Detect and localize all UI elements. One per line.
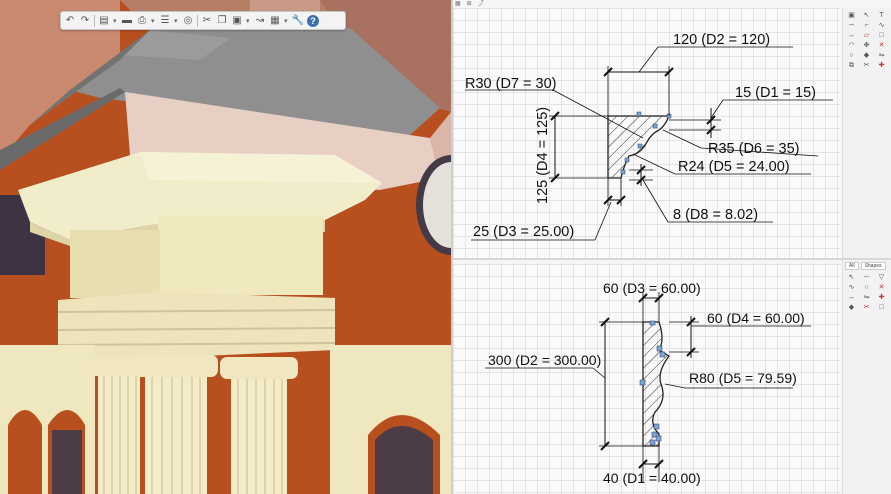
- left-arch-window: [52, 430, 82, 494]
- app-window: ↶ ↷ ▤ ▾ ▬ ⎙ ▾ ☰ ▾ ◎ ✂ ❐ ▣ ▾ ↝ ▦ ▾ 🔧 ? ▦ …: [0, 0, 891, 494]
- tool-palette-bottom: All Shapes ↖ ─ ▽ ∿ ○ ✕ ↔ ⇋ ✚ ◆ ✂ □: [842, 260, 891, 494]
- curve-icon[interactable]: ∿: [847, 284, 856, 292]
- rect-icon[interactable]: □: [877, 32, 886, 40]
- dim-d5[interactable]: R24 (D5 = 24.00): [678, 159, 790, 175]
- dim-b-d4[interactable]: 60 (D4 = 60.00): [707, 310, 805, 326]
- dim-d8[interactable]: 8 (D8 = 8.02): [673, 207, 758, 223]
- column-block: [158, 215, 323, 295]
- delete-icon[interactable]: ✕: [877, 42, 886, 50]
- node-icon[interactable]: ◆: [862, 52, 871, 60]
- panel-tab[interactable]: ⤴: [478, 1, 484, 8]
- dimension-icon[interactable]: ↔: [847, 294, 856, 302]
- mirror-icon[interactable]: ⇋: [877, 52, 886, 60]
- circle-icon[interactable]: ○: [862, 284, 871, 292]
- mirror-icon[interactable]: ⇋: [862, 294, 871, 302]
- profile-editor-bottom: 60 (D3 = 60.00) 60 (D4 = 60.00) 300 (D2: [453, 260, 891, 494]
- dimension-icon[interactable]: ↔: [847, 32, 856, 40]
- undo-icon[interactable]: ↶: [64, 14, 76, 27]
- paste-special-icon[interactable]: ▦: [269, 14, 281, 27]
- link-icon[interactable]: ↝: [254, 14, 266, 27]
- toolbar-divider: [94, 14, 95, 27]
- layers-icon[interactable]: ☰: [159, 14, 171, 27]
- dim-d3[interactable]: 25 (D3 = 25.00): [473, 224, 574, 240]
- hotspot-icon[interactable]: ✚: [877, 294, 886, 302]
- dim-d1[interactable]: 15 (D1 = 15): [735, 85, 816, 101]
- view-icon[interactable]: ▬: [121, 14, 133, 27]
- tab-all[interactable]: All: [845, 262, 859, 270]
- node-icon[interactable]: ◆: [847, 304, 856, 312]
- column-block-left: [70, 230, 160, 298]
- dim-d6[interactable]: R35 (D6 = 35): [708, 141, 799, 157]
- offset-icon[interactable]: ⧉: [847, 62, 856, 70]
- dim-b-d3[interactable]: 60 (D3 = 60.00): [603, 280, 701, 296]
- view-toolbar: ↶ ↷ ▤ ▾ ▬ ⎙ ▾ ☰ ▾ ◎ ✂ ❐ ▣ ▾ ↝ ▦ ▾ 🔧 ?: [60, 11, 346, 30]
- dim-d2[interactable]: 120 (D2 = 120): [673, 32, 770, 48]
- copy-sheet-icon[interactable]: ❐: [216, 14, 228, 27]
- column-left: [90, 358, 145, 494]
- tool-palette-top: ▣ ↖ T ─ ⌐ ∿ ↔ ▱ □ ◠ ✥ ✕ ○ ◆ ⇋ ⧉ ✂ ✚: [842, 8, 891, 258]
- right-arch-window: [375, 426, 433, 494]
- chevron-down-icon[interactable]: ▾: [151, 17, 156, 25]
- chevron-down-icon[interactable]: ▾: [174, 17, 179, 25]
- render-icon[interactable]: ◎: [182, 14, 194, 27]
- drawing-canvas-top[interactable]: 120 (D2 = 120) R30 (D7 = 30) 15 (D1 = 15…: [453, 8, 841, 258]
- dim-d7[interactable]: R30 (D7 = 30): [465, 76, 556, 92]
- cornice-profile-drawing: 120 (D2 = 120) R30 (D7 = 30) 15 (D1 = 15…: [465, 32, 833, 241]
- select-icon[interactable]: ↖: [847, 274, 856, 282]
- redo-icon[interactable]: ↷: [79, 14, 91, 27]
- arrow-icon[interactable]: ↖: [862, 12, 871, 20]
- circle-icon[interactable]: ○: [847, 52, 856, 60]
- text-icon[interactable]: T: [877, 12, 886, 20]
- chevron-down-icon[interactable]: ▾: [246, 17, 251, 25]
- copy-icon[interactable]: ▤: [98, 14, 110, 27]
- chevron-down-icon[interactable]: ▾: [284, 17, 289, 25]
- line-icon[interactable]: ─: [847, 22, 856, 30]
- dim-b-d2[interactable]: 300 (D2 = 300.00): [488, 352, 601, 368]
- hotspot-icon[interactable]: ✚: [877, 62, 886, 70]
- tab-shapes[interactable]: Shapes: [860, 262, 886, 270]
- chevron-down-icon[interactable]: ▾: [113, 17, 118, 25]
- column-base-profile-drawing: 60 (D3 = 60.00) 60 (D4 = 60.00) 300 (D2: [485, 280, 811, 486]
- panel-tabs: ▦ ⊞ ⤴: [455, 1, 484, 8]
- help-icon[interactable]: ?: [307, 14, 319, 27]
- line-icon[interactable]: ─: [862, 274, 871, 282]
- 3d-scene: [0, 0, 451, 494]
- panel-tab[interactable]: ⊞: [467, 1, 472, 8]
- column-right: [220, 357, 298, 494]
- arc-icon[interactable]: ◠: [847, 42, 856, 50]
- fill-icon[interactable]: ▽: [877, 274, 886, 282]
- curve-icon[interactable]: ∿: [877, 22, 886, 30]
- base-molding: [58, 292, 335, 358]
- rect-icon[interactable]: □: [877, 304, 886, 312]
- dim-d4[interactable]: 125 (D4 = 125): [535, 107, 551, 204]
- select-icon[interactable]: ▣: [847, 12, 856, 20]
- 3d-viewport[interactable]: ↶ ↷ ▤ ▾ ▬ ⎙ ▾ ☰ ▾ ◎ ✂ ❐ ▣ ▾ ↝ ▦ ▾ 🔧 ?: [0, 0, 453, 494]
- column-center: [133, 355, 218, 494]
- fill-icon[interactable]: ▱: [862, 32, 871, 40]
- polyline-icon[interactable]: ⌐: [862, 22, 871, 30]
- wrench-icon[interactable]: 🔧: [292, 14, 304, 27]
- trim-icon[interactable]: ✂: [862, 304, 871, 312]
- trim-icon[interactable]: ✂: [862, 62, 871, 70]
- move-icon[interactable]: ✥: [862, 42, 871, 50]
- print-icon[interactable]: ⎙: [136, 14, 148, 27]
- cut-icon[interactable]: ✂: [201, 14, 213, 27]
- dim-b-d5[interactable]: R80 (D5 = 79.59): [689, 370, 797, 386]
- toolbar-divider: [197, 14, 198, 27]
- panel-tab[interactable]: ▦: [455, 1, 461, 8]
- drawing-canvas-bottom[interactable]: 60 (D3 = 60.00) 60 (D4 = 60.00) 300 (D2: [453, 264, 841, 494]
- left-arch: [8, 410, 42, 494]
- profile-editor-top: ▦ ⊞ ⤴ 120 (D2 = 120) R30 (D7 = 30) 15 (D…: [453, 0, 891, 258]
- delete-icon[interactable]: ✕: [877, 284, 886, 292]
- dim-b-d1[interactable]: 40 (D1 = 40.00): [603, 470, 701, 486]
- paste-icon[interactable]: ▣: [231, 14, 243, 27]
